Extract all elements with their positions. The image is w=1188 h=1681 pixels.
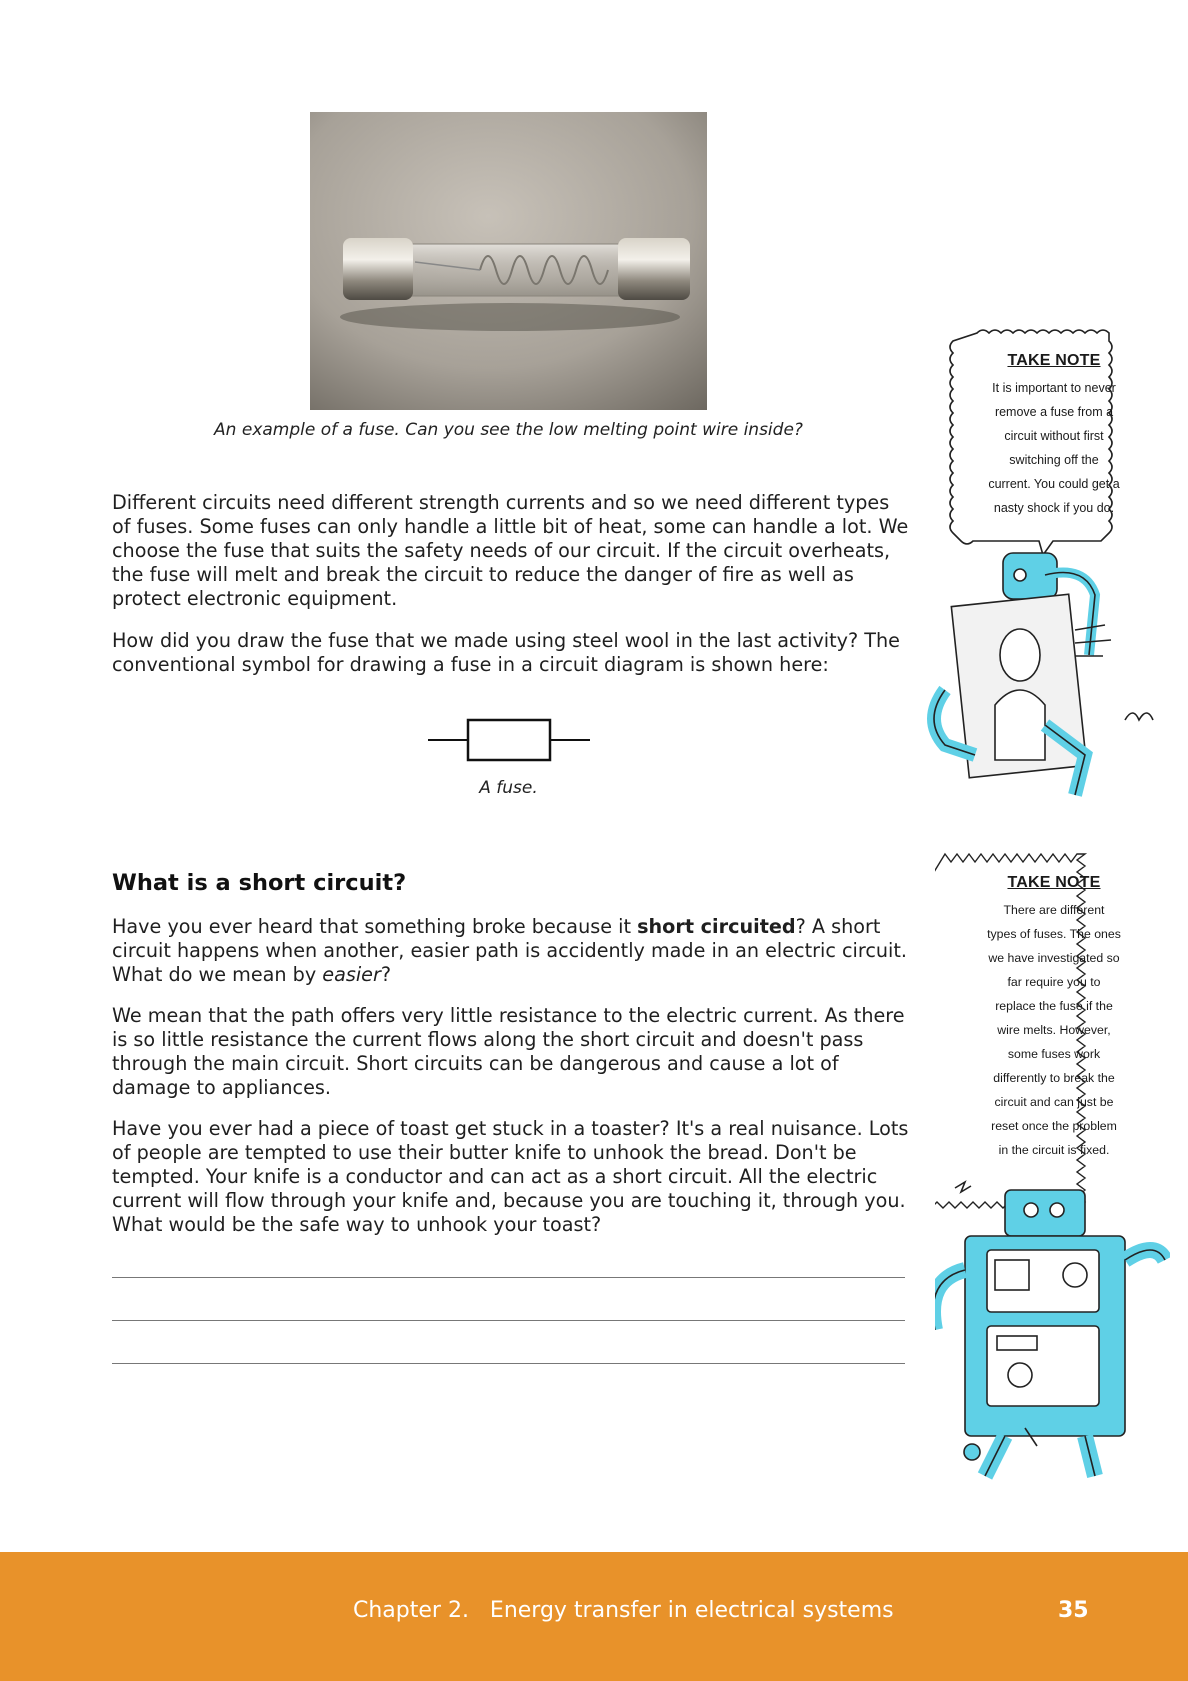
- page-number: 35: [1058, 1598, 1089, 1623]
- note-line: differently to break the: [993, 1071, 1115, 1085]
- note-line: It is important to never: [992, 381, 1116, 395]
- take-note-box-2: TAKE NOTE There are different types of f…: [974, 874, 1134, 1162]
- note-line: circuit and can just be: [994, 1095, 1114, 1109]
- note-line: switching off the: [1009, 453, 1099, 467]
- note-line: types of fuses. The ones: [987, 927, 1121, 941]
- italic-term: easier: [322, 963, 381, 986]
- paragraph-toaster: Have you ever had a piece of toast get s…: [112, 1117, 909, 1236]
- note-line: in the circuit is fixed.: [998, 1143, 1110, 1157]
- note-line: reset once the problem: [991, 1119, 1117, 1133]
- photo-caption: An example of a fuse. Can you see the lo…: [214, 420, 803, 440]
- footer-chapter-title: Chapter 2. Energy transfer in electrical…: [353, 1598, 894, 1623]
- note-line: replace the fuse if the: [995, 999, 1113, 1013]
- answer-line[interactable]: [112, 1277, 905, 1278]
- take-note-title: TAKE NOTE: [1007, 874, 1101, 891]
- paragraph-fuse-types: Different circuits need different streng…: [112, 491, 909, 610]
- take-note-title: TAKE NOTE: [1007, 352, 1101, 369]
- note-line: current. You could get a: [988, 477, 1120, 491]
- answer-line[interactable]: [112, 1320, 905, 1321]
- note-line: remove a fuse from a: [994, 405, 1114, 419]
- take-note-body: There are different types of fuses. The …: [974, 898, 1134, 1162]
- note-line: wire melts. However,: [997, 1023, 1111, 1037]
- note-line: nasty shock if you do.: [993, 501, 1115, 515]
- fuse-circuit-symbol: [428, 715, 590, 765]
- note-line: There are different: [1003, 903, 1105, 917]
- bold-term: short circuited: [637, 915, 796, 938]
- paragraph-resistance: We mean that the path offers very little…: [112, 1004, 905, 1099]
- note-line: circuit without first: [1004, 429, 1104, 443]
- section-heading: What is a short circuit?: [112, 870, 407, 896]
- paragraph-fuse-symbol: How did you draw the fuse that we made u…: [112, 629, 900, 676]
- paragraph-short-circuit: Have you ever heard that something broke…: [112, 915, 912, 987]
- text-run: ?: [380, 963, 392, 986]
- note-line: far require you to: [1007, 975, 1101, 989]
- note-line: we have investigated so: [988, 951, 1120, 965]
- fuse-photo: [310, 112, 707, 410]
- symbol-caption: A fuse.: [479, 778, 538, 798]
- take-note-box-1: TAKE NOTE It is important to never remov…: [980, 352, 1128, 520]
- text-run: Have you ever heard that something broke…: [112, 915, 638, 938]
- answer-line[interactable]: [112, 1363, 905, 1364]
- take-note-body: It is important to never remove a fuse f…: [980, 376, 1128, 520]
- note-line: some fuses work: [1007, 1047, 1101, 1061]
